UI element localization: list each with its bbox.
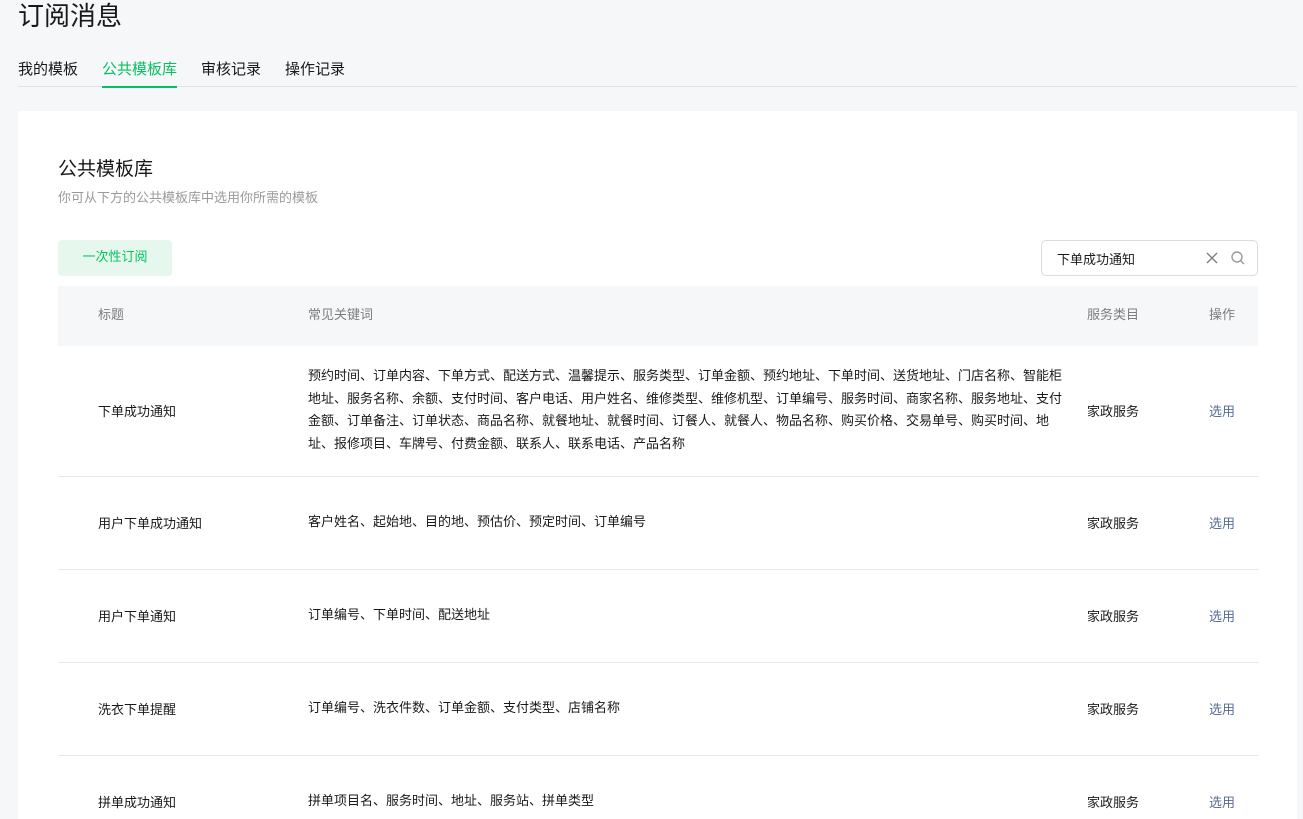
template-table: 标题 常见关键词 服务类目 操作 下单成功通知 预约时间、订单内容、下单方式、配… — [58, 286, 1258, 819]
table-row: 用户下单通知 订单编号、下单时间、配送地址 家政服务 选用 — [58, 570, 1258, 663]
tab-my-templates[interactable]: 我的模板 — [18, 58, 78, 87]
row-keywords: 预约时间、订单内容、下单方式、配送方式、温馨提示、服务类型、订单金额、预约地址、… — [308, 369, 1063, 452]
row-category: 家政服务 — [1087, 610, 1140, 625]
row-title: 用户下单通知 — [98, 610, 177, 625]
header-action: 操作 — [1209, 308, 1236, 323]
table-row: 用户下单成功通知 客户姓名、起始地、目的地、预估价、预定时间、订单编号 家政服务… — [58, 477, 1258, 570]
select-link[interactable]: 选用 — [1209, 699, 1235, 718]
table-header: 标题 常见关键词 服务类目 操作 — [58, 286, 1258, 346]
row-category: 家政服务 — [1087, 405, 1140, 420]
tab-operation-records[interactable]: 操作记录 — [285, 58, 345, 87]
tab-public-templates[interactable]: 公共模板库 — [102, 58, 178, 88]
select-link[interactable]: 选用 — [1209, 792, 1235, 811]
row-keywords: 订单编号、下单时间、配送地址 — [308, 608, 491, 623]
table-row: 洗衣下单提醒 订单编号、洗衣件数、订单金额、支付类型、店铺名称 家政服务 选用 — [58, 663, 1258, 756]
header-title: 标题 — [98, 308, 125, 323]
row-keywords: 订单编号、洗衣件数、订单金额、支付类型、店铺名称 — [308, 701, 621, 716]
table-row: 下单成功通知 预约时间、订单内容、下单方式、配送方式、温馨提示、服务类型、订单金… — [58, 346, 1258, 477]
content-card: 公共模板库 你可从下方的公共模板库中选用你所需的模板 一次性订阅 标题 常见关键… — [18, 111, 1297, 819]
close-icon[interactable] — [1204, 250, 1220, 266]
section-title: 公共模板库 — [58, 158, 154, 180]
tab-bar: 我的模板 公共模板库 审核记录 操作记录 — [18, 58, 1297, 88]
header-keywords: 常见关键词 — [308, 308, 374, 323]
row-title: 洗衣下单提醒 — [98, 703, 177, 718]
select-link[interactable]: 选用 — [1209, 401, 1235, 420]
row-title: 拼单成功通知 — [98, 796, 177, 811]
section-description: 你可从下方的公共模板库中选用你所需的模板 — [58, 191, 319, 206]
page-title: 订阅消息 — [18, 2, 123, 32]
row-keywords: 客户姓名、起始地、目的地、预估价、预定时间、订单编号 — [308, 515, 647, 530]
row-category: 家政服务 — [1087, 796, 1140, 811]
search-icon[interactable] — [1230, 250, 1246, 266]
row-title: 下单成功通知 — [98, 405, 177, 420]
row-keywords: 拼单项目名、服务时间、地址、服务站、拼单类型 — [308, 794, 595, 809]
row-category: 家政服务 — [1087, 703, 1140, 718]
tab-review-records[interactable]: 审核记录 — [201, 58, 261, 87]
search-input[interactable] — [1057, 241, 1197, 275]
row-title: 用户下单成功通知 — [98, 517, 203, 532]
table-row: 拼单成功通知 拼单项目名、服务时间、地址、服务站、拼单类型 家政服务 选用 — [58, 756, 1258, 819]
search-box — [1041, 240, 1258, 276]
one-time-subscription-button[interactable]: 一次性订阅 — [58, 240, 172, 276]
row-category: 家政服务 — [1087, 517, 1140, 532]
select-link[interactable]: 选用 — [1209, 513, 1235, 532]
select-link[interactable]: 选用 — [1209, 606, 1235, 625]
header-category: 服务类目 — [1087, 308, 1140, 323]
